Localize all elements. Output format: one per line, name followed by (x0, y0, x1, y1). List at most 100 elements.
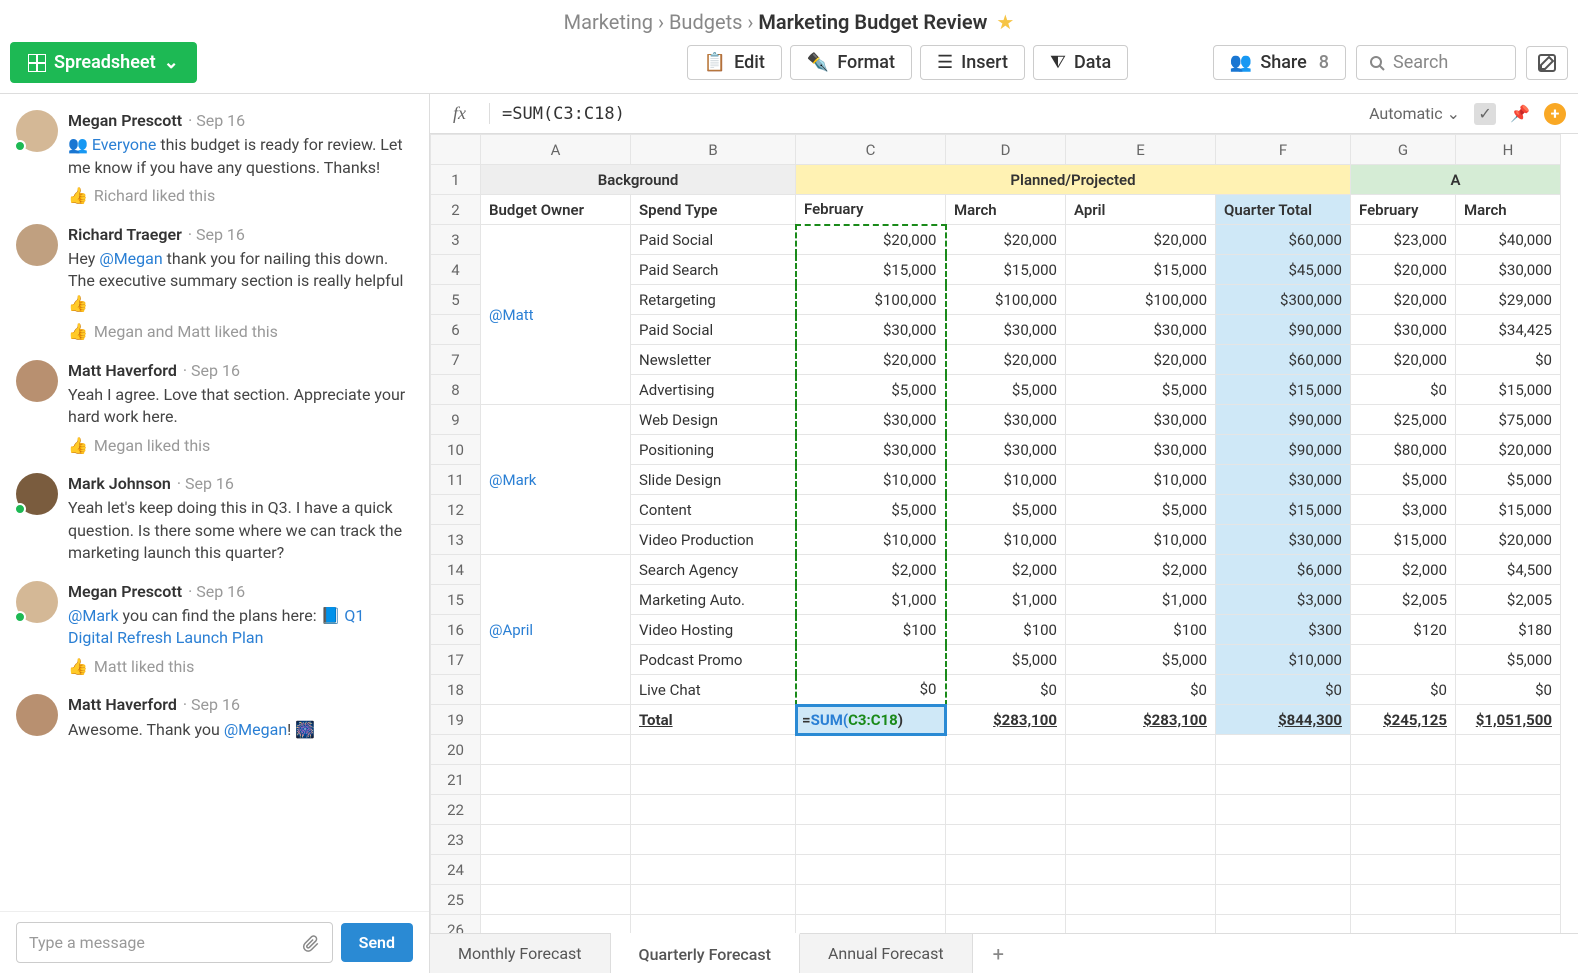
cell[interactable]: $6,000 (1216, 555, 1351, 585)
cell[interactable]: $20,000 (796, 225, 946, 255)
cell[interactable] (481, 855, 631, 885)
cell[interactable]: $10,000 (946, 525, 1066, 555)
cell[interactable]: $300 (1216, 615, 1351, 645)
cell[interactable]: $5,000 (1456, 465, 1561, 495)
cell[interactable]: April (1066, 195, 1216, 225)
formula-input[interactable]: =SUM(C3:C18) (490, 104, 1357, 124)
reaction-bar[interactable]: 👍Matt liked this (68, 656, 413, 678)
cell[interactable]: Video Hosting (631, 615, 796, 645)
cell[interactable] (631, 915, 796, 934)
cell[interactable] (481, 765, 631, 795)
cell[interactable]: $100 (946, 615, 1066, 645)
cell[interactable] (481, 885, 631, 915)
cell[interactable]: $20,000 (946, 225, 1066, 255)
cell[interactable]: $283,100 (1066, 705, 1216, 735)
cell[interactable]: Budget Owner (481, 195, 631, 225)
cell[interactable]: Quarter Total (1216, 195, 1351, 225)
cell[interactable]: $283,100 (946, 705, 1066, 735)
cell[interactable]: March (946, 195, 1066, 225)
calculation-mode-dropdown[interactable]: Automatic ⌄ (1369, 104, 1460, 123)
cell[interactable] (1351, 765, 1456, 795)
cell[interactable] (1216, 855, 1351, 885)
cell[interactable] (1351, 645, 1456, 675)
cell[interactable] (1216, 915, 1351, 934)
cell[interactable] (1456, 915, 1561, 934)
cell[interactable]: $15,000 (946, 255, 1066, 285)
cell[interactable]: $1,051,500 (1456, 705, 1561, 735)
cell[interactable]: $844,300 (1216, 705, 1351, 735)
cell[interactable]: Podcast Promo (631, 645, 796, 675)
cell[interactable] (1456, 825, 1561, 855)
cell[interactable]: $30,000 (1066, 435, 1216, 465)
avatar[interactable] (16, 581, 58, 623)
star-icon[interactable]: ★ (996, 10, 1014, 34)
cell[interactable]: $20,000 (1351, 285, 1456, 315)
cell[interactable] (1216, 765, 1351, 795)
cell[interactable] (946, 735, 1066, 765)
cell[interactable]: $29,000 (1456, 285, 1561, 315)
spreadsheet-grid[interactable]: ABCDEFGH1BackgroundPlanned/ProjectedA2Bu… (430, 134, 1561, 933)
message-input[interactable]: Type a message (16, 922, 333, 963)
cell[interactable] (1456, 765, 1561, 795)
cell[interactable]: $15,000 (796, 255, 946, 285)
cell[interactable]: $30,000 (946, 435, 1066, 465)
section-header[interactable]: Planned/Projected (796, 165, 1351, 195)
row-header[interactable]: 13 (431, 525, 481, 555)
cell[interactable]: Advertising (631, 375, 796, 405)
cell[interactable] (796, 765, 946, 795)
row-header[interactable]: 3 (431, 225, 481, 255)
column-header[interactable]: B (631, 135, 796, 165)
sheet-tab[interactable]: Monthly Forecast (430, 934, 611, 973)
cell[interactable]: $0 (1456, 675, 1561, 705)
cell[interactable]: Positioning (631, 435, 796, 465)
cell[interactable]: Spend Type (631, 195, 796, 225)
row-header[interactable]: 11 (431, 465, 481, 495)
cell[interactable] (631, 795, 796, 825)
cell[interactable] (946, 885, 1066, 915)
cell[interactable]: $5,000 (1456, 645, 1561, 675)
column-header[interactable]: C (796, 135, 946, 165)
column-header[interactable]: H (1456, 135, 1561, 165)
cell[interactable] (481, 795, 631, 825)
row-header[interactable]: 19 (431, 705, 481, 735)
attachment-icon[interactable] (302, 934, 320, 952)
row-header[interactable]: 15 (431, 585, 481, 615)
cell[interactable]: March (1456, 195, 1561, 225)
cell[interactable] (1216, 735, 1351, 765)
row-header[interactable]: 1 (431, 165, 481, 195)
cell[interactable]: $90,000 (1216, 405, 1351, 435)
cell[interactable]: $5,000 (1066, 495, 1216, 525)
cell[interactable]: $30,000 (796, 315, 946, 345)
cell[interactable]: $23,000 (1351, 225, 1456, 255)
cell[interactable]: $0 (1456, 345, 1561, 375)
cell[interactable]: $100,000 (946, 285, 1066, 315)
cell[interactable]: $20,000 (1456, 435, 1561, 465)
cell[interactable]: Paid Social (631, 315, 796, 345)
cell[interactable] (1456, 885, 1561, 915)
cell[interactable] (796, 645, 946, 675)
cell[interactable]: Retargeting (631, 285, 796, 315)
cell[interactable]: Video Production (631, 525, 796, 555)
cell[interactable]: Live Chat (631, 675, 796, 705)
cell[interactable]: $40,000 (1456, 225, 1561, 255)
cell[interactable]: $30,000 (1456, 255, 1561, 285)
cell[interactable]: $300,000 (1216, 285, 1351, 315)
cell[interactable]: $5,000 (946, 645, 1066, 675)
cell[interactable]: $90,000 (1216, 435, 1351, 465)
message-author[interactable]: Matt Haverford (68, 361, 177, 380)
cell[interactable]: $30,000 (1216, 525, 1351, 555)
cell[interactable]: $5,000 (946, 375, 1066, 405)
breadcrumb-part[interactable]: Budgets (669, 10, 742, 34)
cell[interactable] (1066, 795, 1216, 825)
row-header[interactable]: 25 (431, 885, 481, 915)
cell[interactable] (1066, 855, 1216, 885)
cell[interactable]: $10,000 (1066, 525, 1216, 555)
cell[interactable]: $100 (1066, 615, 1216, 645)
cell[interactable]: February (1351, 195, 1456, 225)
cell[interactable] (946, 825, 1066, 855)
cell[interactable] (631, 735, 796, 765)
cell[interactable]: $80,000 (1351, 435, 1456, 465)
insert-button[interactable]: ☰ Insert (920, 45, 1025, 80)
corner-cell[interactable] (431, 135, 481, 165)
cell[interactable] (1351, 795, 1456, 825)
